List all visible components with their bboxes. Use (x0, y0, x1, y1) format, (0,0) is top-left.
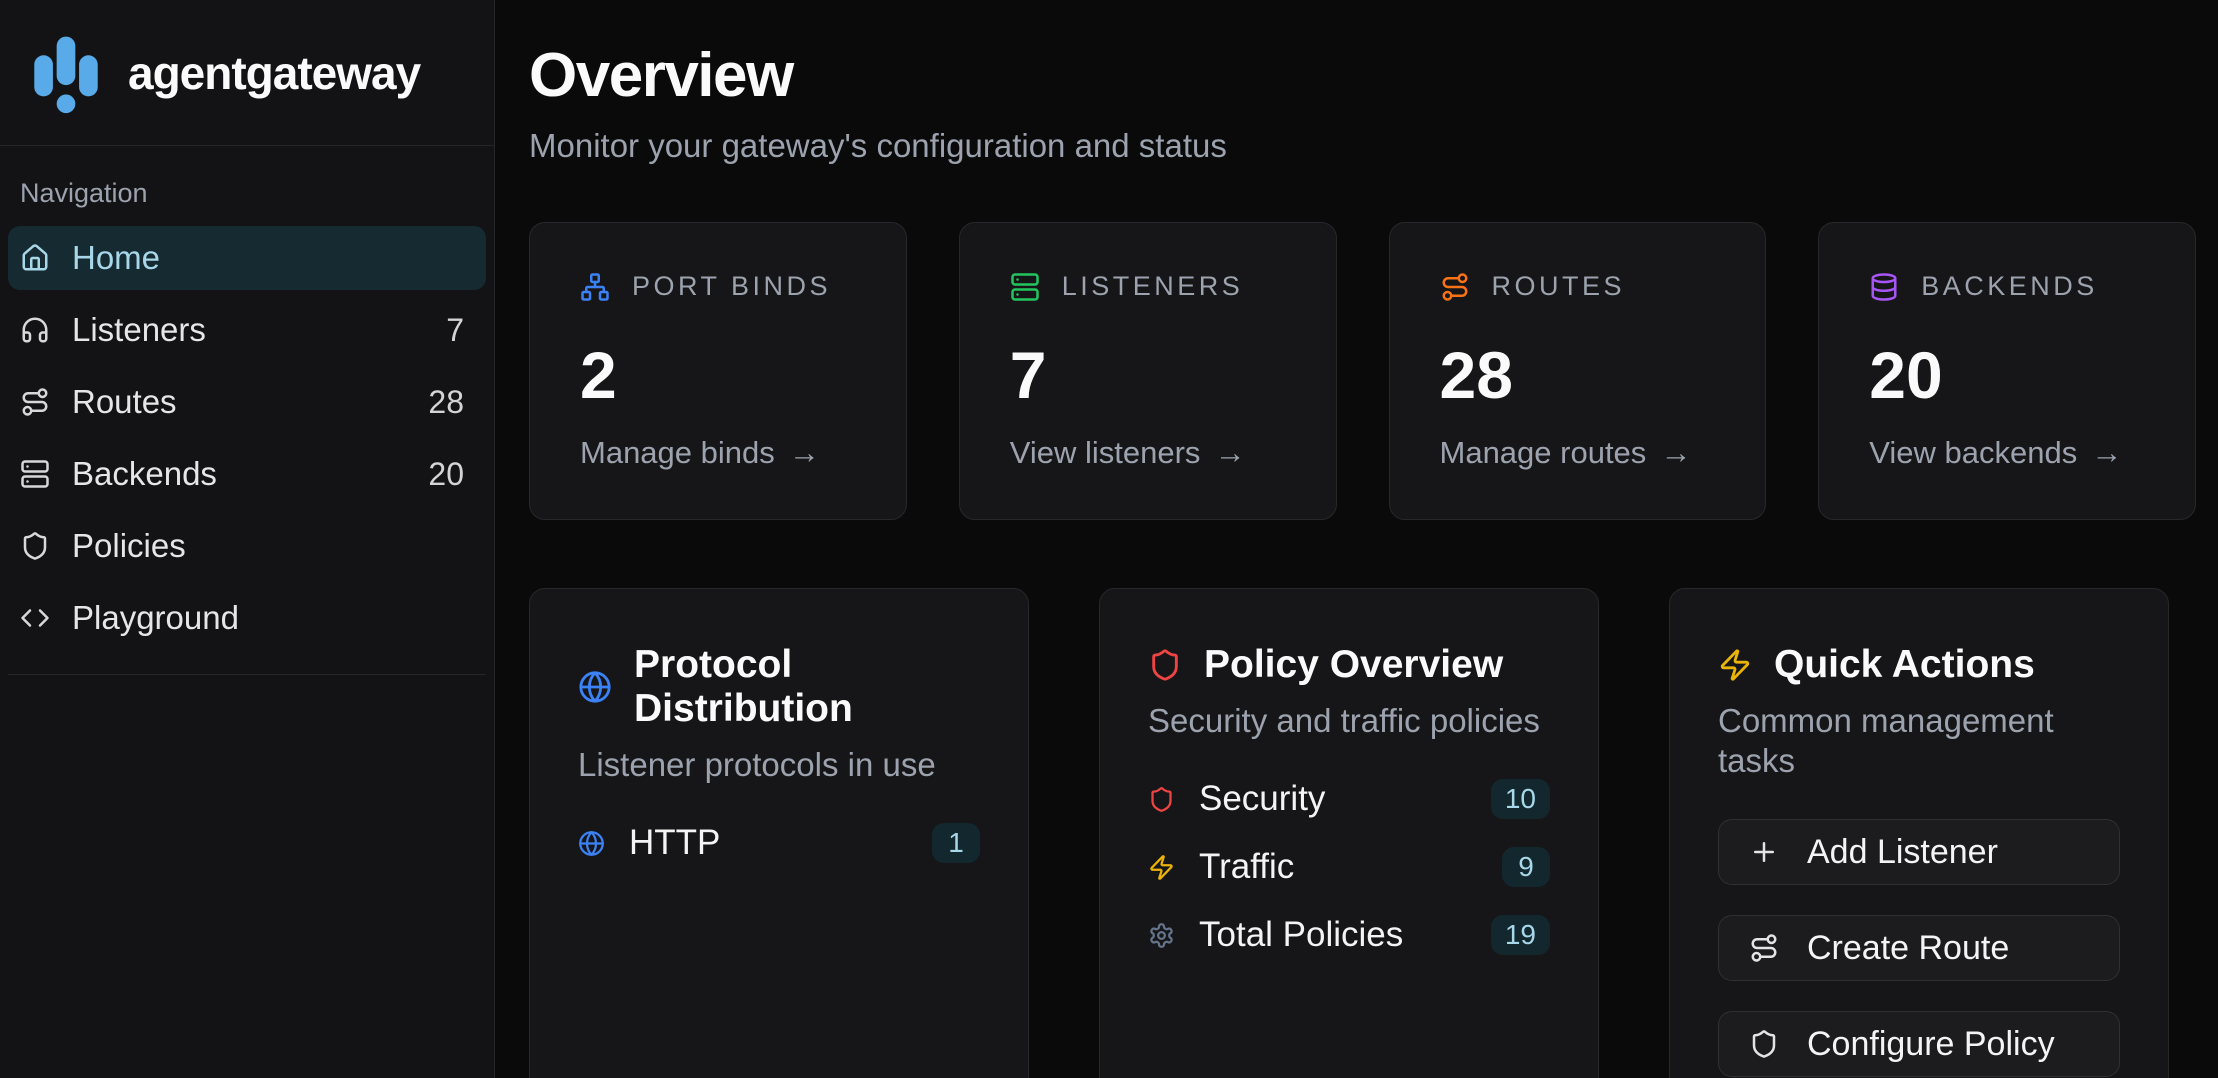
stat-card-routes: ROUTES 28 Manage routes → (1389, 222, 1767, 520)
sidebar-item-count: 28 (428, 384, 464, 421)
panels-grid: Protocol Distribution Listener protocols… (529, 588, 2169, 1078)
plus-icon (1749, 837, 1779, 867)
sidebar-item-label: Home (72, 239, 160, 277)
stat-value: 7 (1010, 342, 1286, 408)
count-badge: 9 (1502, 847, 1550, 887)
main-content: Overview Monitor your gateway's configur… (495, 0, 2218, 1078)
quick-actions-panel: Quick Actions Common management tasks Ad… (1669, 588, 2169, 1078)
view-backends-link[interactable]: View backends → (1869, 435, 2145, 471)
sidebar-divider (8, 674, 486, 675)
stat-card-listeners: LISTENERS 7 View listeners → (959, 222, 1337, 520)
sidebar-item-label: Backends (72, 455, 217, 493)
sidebar-item-routes[interactable]: Routes 28 (8, 370, 486, 434)
brand-name: agentgateway (128, 46, 420, 100)
policy-row-security: Security 10 (1148, 779, 1550, 819)
manage-routes-link[interactable]: Manage routes → (1440, 435, 1716, 471)
sidebar: agentgateway Navigation Home Listeners 7… (0, 0, 495, 1078)
policy-label: Total Policies (1199, 915, 1403, 955)
configure-policy-button[interactable]: Configure Policy (1718, 1011, 2120, 1077)
route-icon (20, 387, 50, 417)
database-icon (1869, 272, 1899, 302)
panel-subtitle: Security and traffic policies (1148, 701, 1550, 741)
code-icon (20, 603, 50, 633)
sidebar-item-policies[interactable]: Policies (8, 514, 486, 578)
sidebar-nav: Navigation Home Listeners 7 Routes 28 (0, 178, 494, 675)
server-icon (1010, 272, 1040, 302)
sidebar-item-backends[interactable]: Backends 20 (8, 442, 486, 506)
shield-icon (1749, 1029, 1779, 1059)
shield-icon (1148, 648, 1182, 682)
network-icon (580, 272, 610, 302)
protocol-row-http: HTTP 1 (578, 823, 980, 863)
count-badge: 1 (932, 823, 980, 863)
page-title: Overview (529, 40, 2196, 111)
protocol-distribution-panel: Protocol Distribution Listener protocols… (529, 588, 1029, 1078)
panel-subtitle: Common management tasks (1718, 701, 2120, 781)
stat-label: LISTENERS (1062, 271, 1244, 302)
arrow-right-icon: → (789, 435, 820, 471)
arrow-right-icon: → (2091, 435, 2122, 471)
sidebar-item-count: 7 (446, 312, 464, 349)
sidebar-item-label: Policies (72, 527, 186, 565)
agentgateway-logo-icon (30, 31, 102, 115)
count-badge: 19 (1491, 915, 1550, 955)
sidebar-item-home[interactable]: Home (8, 226, 486, 290)
sidebar-item-label: Listeners (72, 311, 206, 349)
panel-title: Policy Overview (1204, 643, 1503, 687)
sidebar-item-label: Routes (72, 383, 177, 421)
arrow-right-icon: → (1660, 435, 1691, 471)
panel-title: Quick Actions (1774, 643, 2035, 687)
sidebar-item-label: Playground (72, 599, 239, 637)
panel-title: Protocol Distribution (634, 643, 980, 731)
panel-subtitle: Listener protocols in use (578, 745, 980, 785)
stat-value: 20 (1869, 342, 2145, 408)
globe-icon (578, 670, 612, 704)
home-icon (20, 243, 50, 273)
sidebar-item-listeners[interactable]: Listeners 7 (8, 298, 486, 362)
stat-label: BACKENDS (1921, 271, 2098, 302)
sidebar-item-count: 20 (428, 456, 464, 493)
manage-binds-link[interactable]: Manage binds → (580, 435, 856, 471)
stat-label: ROUTES (1492, 271, 1626, 302)
brand-logo[interactable]: agentgateway (0, 0, 494, 146)
stat-card-backends: BACKENDS 20 View backends → (1818, 222, 2196, 520)
shield-icon (1148, 786, 1175, 813)
stat-value: 2 (580, 342, 856, 408)
headphones-icon (20, 315, 50, 345)
add-listener-button[interactable]: Add Listener (1718, 819, 2120, 885)
view-listeners-link[interactable]: View listeners → (1010, 435, 1286, 471)
protocol-label: HTTP (629, 823, 720, 863)
stat-value: 28 (1440, 342, 1716, 408)
gear-icon (1148, 922, 1175, 949)
zap-icon (1148, 854, 1175, 881)
route-icon (1440, 272, 1470, 302)
arrow-right-icon: → (1214, 435, 1245, 471)
stat-label: PORT BINDS (632, 271, 831, 302)
shield-icon (20, 531, 50, 561)
count-badge: 10 (1491, 779, 1550, 819)
policy-row-traffic: Traffic 9 (1148, 847, 1550, 887)
page-subtitle: Monitor your gateway's configuration and… (529, 127, 2196, 165)
nav-section-label: Navigation (20, 178, 486, 208)
create-route-button[interactable]: Create Route (1718, 915, 2120, 981)
route-icon (1749, 933, 1779, 963)
policy-overview-panel: Policy Overview Security and traffic pol… (1099, 588, 1599, 1078)
stats-grid: PORT BINDS 2 Manage binds → LISTENERS 7 … (529, 222, 2196, 520)
globe-icon (578, 830, 605, 857)
zap-icon (1718, 648, 1752, 682)
server-icon (20, 459, 50, 489)
sidebar-item-playground[interactable]: Playground (8, 586, 486, 650)
stat-card-port-binds: PORT BINDS 2 Manage binds → (529, 222, 907, 520)
policy-label: Traffic (1199, 847, 1294, 887)
policy-label: Security (1199, 779, 1325, 819)
policy-row-total: Total Policies 19 (1148, 915, 1550, 955)
